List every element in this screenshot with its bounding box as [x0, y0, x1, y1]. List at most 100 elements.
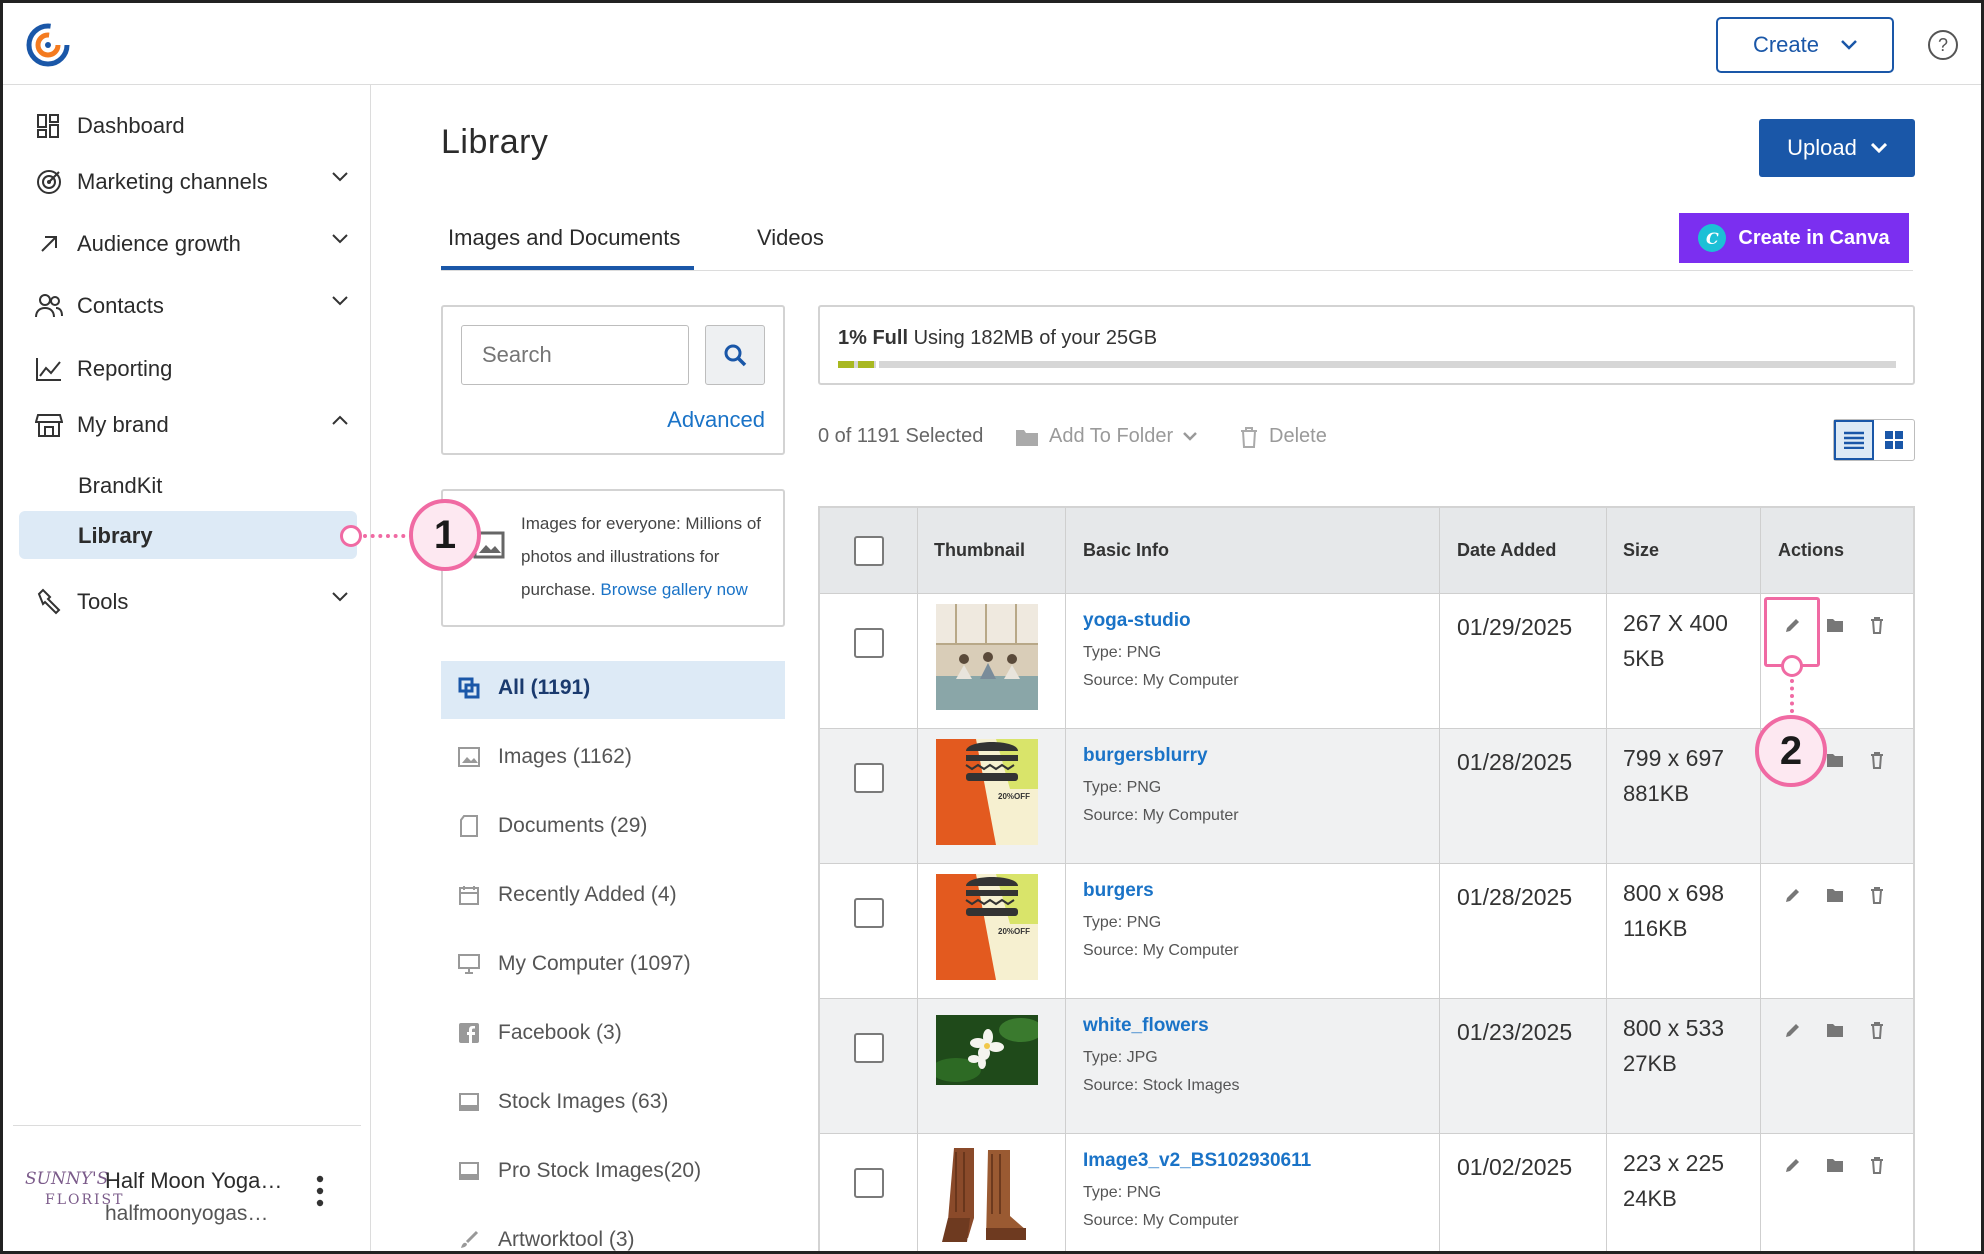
table-row[interactable]: white_flowers Type: JPG Source: Stock Im… — [820, 999, 1913, 1134]
trash-icon[interactable] — [1868, 1156, 1886, 1174]
column-header[interactable]: Size — [1623, 540, 1659, 561]
chevron-down-icon[interactable] — [332, 592, 348, 602]
folder-facebook[interactable]: Facebook (3) — [458, 1021, 622, 1045]
create-button[interactable]: Create — [1716, 17, 1894, 73]
upload-button[interactable]: Upload — [1759, 119, 1915, 177]
advanced-search-link[interactable]: Advanced — [667, 407, 765, 433]
thumbnail-burgers[interactable]: 20%OFF — [936, 874, 1038, 980]
account-logo: SUNNY'S FLORIST — [25, 1171, 123, 1232]
gallery-promo-text: Images for everyone: Millions of photos … — [521, 507, 777, 606]
folder-artworktool[interactable]: Artworktool (3) — [458, 1228, 635, 1251]
pro-stock-icon — [458, 1160, 480, 1182]
sidebar-subitem-library[interactable]: Library — [78, 523, 153, 549]
move-folder-icon[interactable] — [1826, 751, 1844, 769]
search-icon — [724, 344, 747, 367]
add-to-folder-button[interactable]: Add To Folder — [1015, 425, 1198, 448]
storage-separator — [876, 361, 879, 368]
trash-icon[interactable] — [1868, 751, 1886, 769]
account-switcher[interactable]: SUNNY'S FLORIST Half Moon Yoga… halfmoon… — [25, 1160, 355, 1240]
constant-contact-logo-icon[interactable] — [25, 22, 71, 68]
thumbnail-image3[interactable] — [936, 1144, 1038, 1250]
move-folder-icon[interactable] — [1826, 1021, 1844, 1039]
file-name-link[interactable]: Image3_v2_BS102930611 — [1083, 1150, 1311, 1172]
storage-usage: Using 182MB of your 25GB — [913, 327, 1158, 349]
column-header: Actions — [1778, 540, 1845, 560]
image-icon — [458, 746, 480, 768]
sidebar-item-reporting[interactable]: Reporting — [33, 347, 348, 391]
canva-logo-icon: C — [1698, 224, 1727, 252]
sidebar-item-label: My brand — [77, 412, 169, 437]
edit-pencil-icon[interactable] — [1784, 1156, 1802, 1174]
sidebar-item-my-brand[interactable]: My brand — [33, 403, 348, 447]
storage-text: 1% Full Using 182MB of your 25GB — [838, 327, 1157, 350]
view-toggle — [1833, 419, 1915, 461]
folder-stock-images[interactable]: Stock Images (63) — [458, 1090, 668, 1114]
chevron-down-icon[interactable] — [332, 172, 348, 182]
table-row[interactable]: 20%OFF burgers Type: PNG Source: My Comp… — [820, 864, 1913, 999]
grid-view-button[interactable] — [1874, 420, 1914, 460]
sidebar-item-label: Contacts — [77, 293, 164, 318]
trash-icon[interactable] — [1868, 616, 1886, 634]
folder-my-computer[interactable]: My Computer (1097) — [458, 952, 691, 976]
thumbnail-yoga-studio[interactable] — [936, 604, 1038, 710]
folder-all[interactable]: All (1191) — [458, 676, 590, 700]
folder-images[interactable]: Images (1162) — [458, 745, 632, 769]
row-checkbox[interactable] — [854, 898, 884, 928]
column-header[interactable]: Basic Info — [1083, 540, 1169, 561]
brush-icon — [458, 1229, 480, 1251]
list-view-button[interactable] — [1834, 420, 1875, 460]
tab-images-and-documents[interactable]: Images and Documents — [448, 225, 680, 251]
table-row[interactable]: yoga-studio Type: PNG Source: My Compute… — [820, 594, 1913, 729]
add-to-folder-label: Add To Folder — [1049, 425, 1174, 447]
account-name: Half Moon Yoga… — [105, 1168, 283, 1193]
folder-documents[interactable]: Documents (29) — [458, 814, 647, 838]
wrench-icon — [33, 586, 65, 618]
trash-icon[interactable] — [1868, 1021, 1886, 1039]
browse-gallery-link[interactable]: Browse gallery now — [600, 580, 747, 599]
select-all-checkbox[interactable] — [854, 536, 884, 566]
file-name-link[interactable]: burgersblurry — [1083, 745, 1208, 767]
edit-pencil-icon[interactable] — [1784, 1021, 1802, 1039]
search-input[interactable] — [461, 325, 689, 385]
tab-videos[interactable]: Videos — [757, 225, 824, 251]
folder-label: My Computer (1097) — [498, 952, 691, 975]
thumbnail-burgersblurry[interactable]: 20%OFF — [936, 739, 1038, 845]
file-name-link[interactable]: white_flowers — [1083, 1015, 1209, 1037]
calendar-icon — [458, 884, 480, 906]
edit-pencil-icon[interactable] — [1784, 886, 1802, 904]
move-folder-icon[interactable] — [1826, 616, 1844, 634]
sidebar-item-audience-growth[interactable]: Audience growth — [33, 222, 348, 266]
gallery-promo: Images for everyone: Millions of photos … — [441, 489, 785, 627]
dashboard-icon — [33, 110, 65, 142]
chevron-up-icon[interactable] — [332, 415, 348, 425]
question-circle-icon[interactable]: ? — [1928, 30, 1958, 60]
storage-percent: 1% Full — [838, 327, 909, 349]
row-checkbox[interactable] — [854, 1168, 884, 1198]
sidebar-item-dashboard[interactable]: Dashboard — [33, 104, 348, 148]
folder-recently-added[interactable]: Recently Added (4) — [458, 883, 677, 907]
thumbnail-white-flowers[interactable] — [936, 1015, 1038, 1085]
move-folder-icon[interactable] — [1826, 1156, 1844, 1174]
row-checkbox[interactable] — [854, 1033, 884, 1063]
file-type: Type: PNG — [1083, 644, 1162, 661]
chevron-down-icon[interactable] — [332, 296, 348, 306]
create-in-canva-button[interactable]: C Create in Canva — [1679, 213, 1909, 263]
sidebar-item-contacts[interactable]: Contacts — [33, 284, 348, 328]
more-options-icon[interactable] — [315, 1174, 325, 1208]
folder-pro-stock-images[interactable]: Pro Stock Images(20) — [458, 1159, 701, 1183]
row-checkbox[interactable] — [854, 628, 884, 658]
move-folder-icon[interactable] — [1826, 886, 1844, 904]
sidebar-item-tools[interactable]: Tools — [33, 580, 348, 624]
row-checkbox[interactable] — [854, 763, 884, 793]
column-header[interactable]: Date Added — [1457, 540, 1556, 561]
search-button[interactable] — [705, 325, 765, 385]
file-name-link[interactable]: burgers — [1083, 880, 1154, 902]
sidebar-subitem-brandkit[interactable]: BrandKit — [78, 473, 162, 499]
table-row[interactable]: Image3_v2_BS102930611 Type: PNG Source: … — [820, 1134, 1913, 1251]
trash-icon[interactable] — [1868, 886, 1886, 904]
file-name-link[interactable]: yoga-studio — [1083, 610, 1191, 632]
table-row[interactable]: 20%OFF burgersblurry Type: PNG Source: M… — [820, 729, 1913, 864]
delete-button[interactable]: Delete — [1239, 425, 1327, 448]
chevron-down-icon[interactable] — [332, 234, 348, 244]
sidebar-item-marketing-channels[interactable]: Marketing channels — [33, 160, 348, 204]
